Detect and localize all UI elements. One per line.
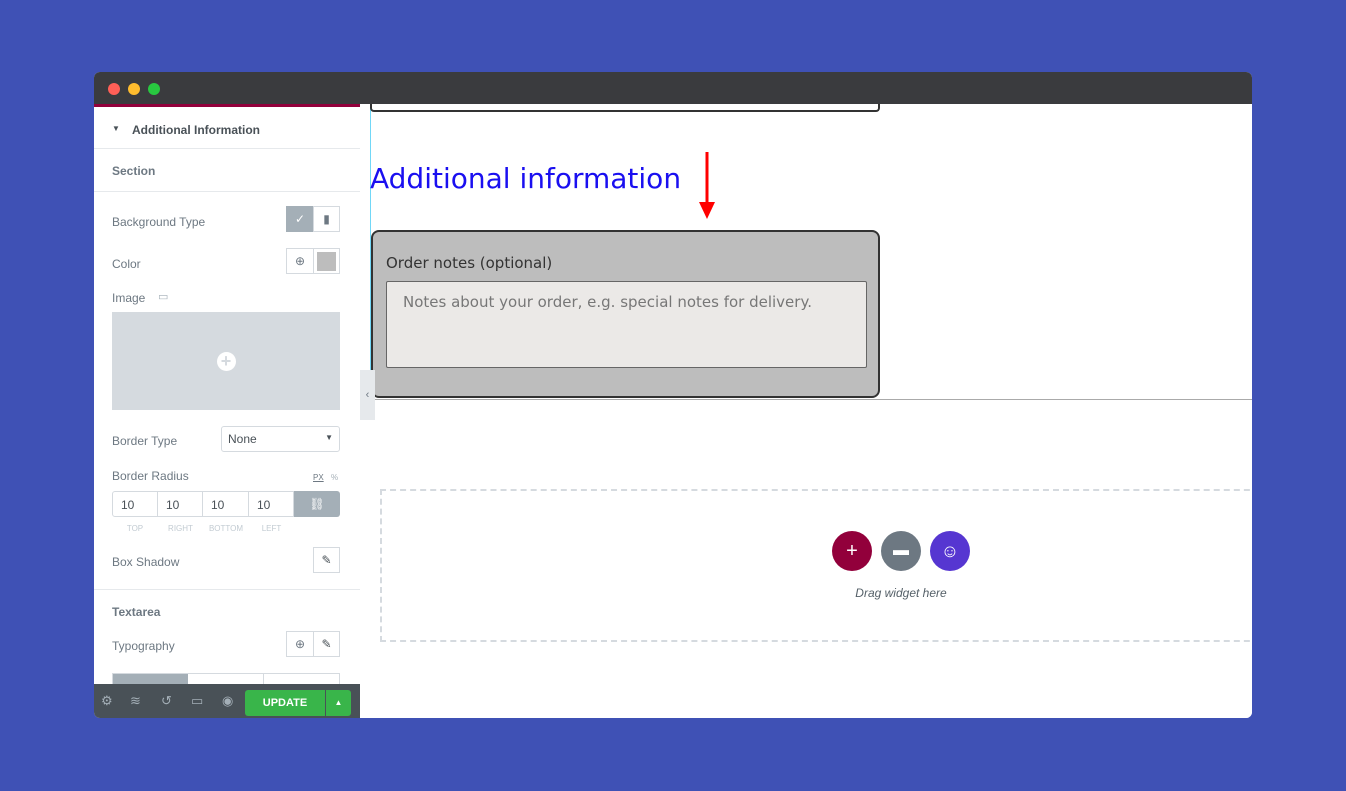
color-label: Color [112, 257, 141, 271]
border-type-label: Border Type [112, 434, 178, 448]
radius-right-input[interactable]: 10 [158, 491, 203, 517]
drag-widget-text: Drag widget here [855, 586, 947, 600]
typography-label: Typography [112, 639, 175, 653]
plus-icon: + [216, 351, 236, 371]
color-picker[interactable] [313, 248, 340, 274]
order-notes-box: Order notes (optional) Notes about your … [371, 230, 880, 398]
border-radius-label: Border Radius [112, 469, 189, 483]
arrow-down-icon [699, 152, 715, 219]
collapse-panel-toggle[interactable]: ‹ [360, 370, 375, 420]
image-picker[interactable]: + [112, 312, 340, 410]
state-tabs [112, 673, 340, 684]
image-label: Image [112, 291, 146, 305]
template-folder-button[interactable]: ▬ [881, 531, 921, 571]
pencil-icon[interactable]: ✎ [313, 547, 340, 573]
pencil-icon[interactable]: ✎ [313, 631, 340, 657]
browser-window: ▼ Additional Information Section Backgro… [94, 72, 1252, 718]
section-header[interactable]: Additional Information [132, 123, 260, 137]
settings-icon[interactable]: ⚙ [101, 693, 113, 709]
radius-bottom-label: BOTTOM [208, 524, 244, 533]
border-type-select[interactable]: None ▼ [221, 426, 340, 452]
maximize-window-button[interactable] [148, 83, 160, 95]
editor-panel: ▼ Additional Information Section Backgro… [94, 104, 360, 684]
border-radius-inputs: 10 10 10 10 ⛓ [112, 491, 340, 517]
minimize-window-button[interactable] [128, 83, 140, 95]
drop-zone[interactable] [380, 489, 1252, 642]
happy-addons-button[interactable]: ☺ [930, 531, 970, 571]
radius-right-label: RIGHT [168, 524, 193, 533]
desktop-icon: ▭ [158, 291, 169, 303]
globe-icon[interactable]: ⊕ [286, 631, 314, 657]
caret-down-icon: ▼ [112, 124, 120, 133]
box-shadow-label: Box Shadow [112, 555, 180, 569]
globe-icon[interactable]: ⊕ [286, 248, 314, 274]
preview-eye-icon[interactable]: ◉ [222, 693, 233, 709]
title-bar [94, 72, 1252, 104]
brush-icon[interactable]: ✓ [286, 206, 314, 232]
order-notes-textarea[interactable]: Notes about your order, e.g. special not… [386, 281, 867, 368]
tab-hover[interactable] [188, 674, 264, 684]
panel-footer: ⚙ ≋ ↺ ▭ ◉ UPDATE ▲ [94, 684, 360, 718]
textarea-section-label: Textarea [112, 605, 161, 619]
unit-px[interactable]: PX [313, 473, 324, 482]
update-button[interactable]: UPDATE [245, 690, 325, 716]
radius-left-input[interactable]: 10 [249, 491, 294, 517]
add-section-button[interactable]: + [832, 531, 872, 571]
unit-percent[interactable]: % [331, 473, 338, 482]
section-heading: Additional information [370, 162, 682, 195]
responsive-icon[interactable]: ▭ [191, 693, 203, 709]
history-icon[interactable]: ↺ [161, 693, 172, 709]
gradient-icon[interactable]: ▮ [313, 206, 340, 232]
radius-bottom-input[interactable]: 10 [203, 491, 249, 517]
tab-normal[interactable] [113, 674, 189, 684]
tab-focus[interactable] [264, 674, 339, 684]
layers-icon[interactable]: ≋ [130, 693, 141, 709]
radius-left-label: LEFT [261, 524, 282, 533]
section-label: Section [112, 164, 156, 178]
radius-top-label: TOP [126, 524, 144, 533]
radius-top-input[interactable]: 10 [112, 491, 158, 517]
close-window-button[interactable] [108, 83, 120, 95]
caret-up-icon[interactable]: ▲ [326, 690, 351, 716]
canvas: Additional information Order notes (opti… [360, 104, 1252, 718]
link-icon[interactable]: ⛓ [294, 491, 340, 517]
order-notes-label: Order notes (optional) [386, 254, 553, 272]
background-type-label: Background Type [112, 215, 206, 229]
